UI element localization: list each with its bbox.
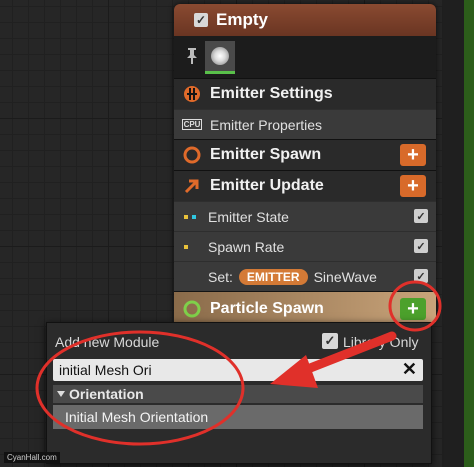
section-emitter-settings[interactable]: Emitter Settings (174, 78, 436, 109)
module-search-input[interactable]: initial Mesh Ori ✕ (53, 359, 423, 381)
set-parameter-name: SineWave (313, 268, 377, 285)
emitter-update-label: Emitter Update (210, 177, 324, 194)
spawn-rate-label: Spawn Rate (208, 238, 285, 255)
particle-spawn-icon (182, 299, 202, 319)
library-only-label: Library Only (343, 334, 419, 350)
module-color-dot-icon (184, 244, 200, 249)
module-color-dots-icon (184, 214, 200, 219)
add-module-popup[interactable]: Add new Module ✓ Library Only initial Me… (46, 322, 432, 464)
emitter-title: Empty (216, 10, 268, 29)
emitter-enabled-checkbox[interactable]: ✓ (194, 13, 208, 27)
emitter-spawn-label: Emitter Spawn (210, 146, 322, 163)
pin-icon[interactable] (186, 47, 198, 65)
emitter-namespace-badge: EMITTER (238, 268, 308, 285)
particle-spawn-label: Particle Spawn (210, 300, 324, 317)
add-emitter-spawn-module-button[interactable]: + (400, 144, 426, 166)
graph-edge-wire (464, 0, 474, 467)
add-particle-spawn-module-button[interactable]: + (400, 298, 426, 320)
emitter-state-checkbox[interactable]: ✓ (414, 209, 428, 223)
emitter-preview-row (174, 36, 436, 78)
spawn-rate-checkbox[interactable]: ✓ (414, 239, 428, 253)
sprite-preview-icon (211, 47, 229, 65)
popup-title: Add new Module (55, 334, 160, 350)
emitter-update-icon (182, 176, 202, 196)
emitter-node-header[interactable]: ✓ Empty (174, 4, 436, 36)
section-emitter-spawn[interactable]: Emitter Spawn + (174, 139, 436, 170)
result-initial-mesh-orientation[interactable]: Initial Mesh Orientation (53, 405, 423, 429)
add-emitter-update-module-button[interactable]: + (400, 175, 426, 197)
emitter-spawn-icon (182, 145, 202, 165)
emitter-thumbnail[interactable] (205, 41, 235, 74)
set-parameter-checkbox[interactable]: ✓ (414, 269, 428, 283)
watermark: CyanHall.com (4, 452, 60, 463)
set-label: Set: (208, 268, 233, 285)
item-emitter-properties[interactable]: CPU Emitter Properties (174, 109, 436, 139)
section-emitter-update[interactable]: Emitter Update + (174, 170, 436, 201)
collapse-triangle-icon[interactable] (57, 391, 65, 397)
cpu-icon: CPU (181, 115, 203, 135)
emitter-node[interactable]: ✓ Empty Emitter Settings CPU Emitter Pro… (174, 4, 436, 322)
graph-edge-panel (442, 0, 464, 467)
emitter-settings-icon (182, 84, 202, 104)
result-label: Initial Mesh Orientation (65, 409, 209, 425)
section-particle-spawn[interactable]: Particle Spawn + (174, 292, 436, 322)
item-spawn-rate[interactable]: Spawn Rate ✓ (174, 231, 436, 261)
item-emitter-state[interactable]: Emitter State ✓ (174, 201, 436, 231)
category-label: Orientation (69, 386, 144, 402)
library-only-checkbox[interactable]: ✓ (322, 333, 338, 349)
category-orientation[interactable]: Orientation (53, 385, 423, 403)
cpu-badge: CPU (181, 119, 203, 130)
item-set-parameter[interactable]: Set: EMITTER SineWave ✓ (174, 261, 436, 291)
clear-search-icon[interactable]: ✕ (402, 359, 417, 380)
search-text: initial Mesh Ori (59, 362, 152, 378)
emitter-state-label: Emitter State (208, 208, 289, 225)
emitter-settings-label: Emitter Settings (210, 85, 333, 102)
emitter-properties-label: Emitter Properties (210, 116, 323, 133)
